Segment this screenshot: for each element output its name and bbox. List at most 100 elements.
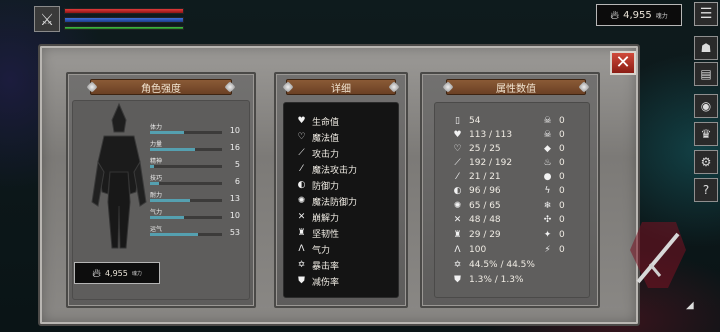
attr-value: 96 / 96 bbox=[469, 186, 501, 196]
water-drop-icon: ● bbox=[543, 172, 552, 182]
fortress-icon: ♜ bbox=[297, 228, 306, 238]
stat-label: 精神 bbox=[150, 158, 163, 165]
stat-row-luck: 运气 53 bbox=[150, 224, 240, 240]
resist-value: 0 bbox=[559, 230, 565, 240]
stat-row-energy: 气力 10 bbox=[150, 207, 240, 223]
mana-bar bbox=[64, 17, 184, 23]
attr-value: 54 bbox=[469, 116, 481, 126]
resist-lightning: ϟ0 bbox=[542, 184, 565, 198]
attr-value: 29 / 29 bbox=[469, 230, 501, 240]
heart-icon: ♥ bbox=[297, 116, 306, 126]
attr-value: 44.5% / 44.5% bbox=[469, 260, 535, 270]
heart-icon: ♥ bbox=[453, 130, 462, 140]
magic-shield-icon: ✺ bbox=[297, 196, 306, 206]
detail-label: 气力 bbox=[312, 245, 331, 256]
detail-item-mp: ♡ 魔法值 bbox=[296, 130, 339, 144]
close-icon[interactable]: ✕ bbox=[610, 51, 636, 75]
list-icon[interactable]: ☰ bbox=[694, 2, 718, 26]
crossed-swords-icon: ✕ bbox=[297, 212, 306, 222]
detail-item-crit: ✡ 暴击率 bbox=[296, 258, 339, 272]
currency-value: 4,955 bbox=[623, 9, 652, 21]
lungs-icon: ᐱ bbox=[454, 245, 461, 255]
flame-icon: 🔥︎ bbox=[92, 265, 101, 280]
stat-label: 技巧 bbox=[150, 175, 163, 182]
fortress-icon: ♜ bbox=[453, 230, 462, 240]
weapon-attack-icon[interactable] bbox=[628, 220, 688, 290]
eye-icon[interactable]: ◉ bbox=[694, 94, 718, 118]
detail-item-magic-attack: ⁄ 魔法攻击力 bbox=[296, 162, 357, 176]
character-strength-title-text: 角色强度 bbox=[141, 83, 181, 95]
crown-icon[interactable]: ♛ bbox=[694, 122, 718, 146]
attr-value: 25 / 25 bbox=[469, 144, 501, 154]
character-silhouette bbox=[91, 102, 147, 249]
gear-icon[interactable]: ⚙ bbox=[694, 150, 718, 174]
resist-bleed: ◆ 0 bbox=[542, 142, 565, 156]
attr-value: 100 bbox=[469, 245, 487, 255]
stat-row-vitality: 体力 10 bbox=[150, 122, 240, 138]
detail-item-stamina: ᐱ 气力 bbox=[296, 242, 330, 256]
detail-item-damage-reduction: ⛊ 减伤率 bbox=[296, 274, 339, 288]
resize-corner-icon[interactable]: ◢ bbox=[686, 300, 694, 311]
attr-value: 113 / 113 bbox=[469, 130, 513, 140]
player-portrait-icon[interactable]: ⚔ bbox=[34, 6, 60, 32]
detail-item-defense: ◐ 防御力 bbox=[296, 178, 339, 192]
lightning-icon: ϟ bbox=[544, 186, 551, 196]
inventory-icon[interactable]: ▤ bbox=[694, 62, 718, 86]
crit-star-icon: ✡ bbox=[297, 260, 306, 270]
bone-icon: ✦ bbox=[543, 230, 552, 240]
attr-toughness: ♜ 29 / 29 bbox=[452, 228, 501, 242]
stat-value: 6 bbox=[234, 177, 240, 186]
detail-label: 坚韧性 bbox=[312, 229, 340, 240]
stat-label: 气力 bbox=[150, 209, 163, 216]
detail-label: 防御力 bbox=[312, 181, 340, 192]
stat-value: 16 bbox=[229, 143, 240, 152]
character-currency-value: 4,955 bbox=[104, 268, 128, 278]
attr-damage-reduction: ⛊ 1.3% / 1.3% bbox=[452, 273, 523, 287]
skull-crossbones-icon: ☠ bbox=[543, 130, 552, 140]
character-tab-icon[interactable]: ☗ bbox=[694, 36, 718, 60]
resist-death: ☠ 0 bbox=[542, 114, 564, 128]
attr-value: 21 / 21 bbox=[469, 172, 501, 182]
stat-row-strength: 力量 16 bbox=[150, 139, 240, 155]
attr-crit: ✡ 44.5% / 44.5% bbox=[452, 258, 535, 272]
stat-label: 力量 bbox=[150, 141, 163, 148]
skull-icon: ☠ bbox=[543, 116, 552, 126]
stat-value: 10 bbox=[229, 126, 240, 135]
attributes-title-text: 属性数值 bbox=[496, 83, 536, 95]
resist-value: 0 bbox=[559, 215, 565, 225]
flame-icon: 🔥︎ bbox=[610, 7, 620, 22]
attr-value: 65 / 65 bbox=[469, 201, 501, 211]
resist-value: 0 bbox=[559, 172, 565, 182]
sword-icon: ⟋ bbox=[454, 158, 461, 168]
detail-item-toughness: ♜ 坚韧性 bbox=[296, 226, 339, 240]
stat-row-skill: 技巧 6 bbox=[150, 173, 240, 189]
detail-label: 攻击力 bbox=[312, 149, 340, 160]
stat-label: 体力 bbox=[150, 124, 163, 131]
frost-icon: ❄ bbox=[543, 201, 552, 211]
stat-value: 53 bbox=[229, 228, 240, 237]
character-soul-currency: 🔥︎ 4,955 魂力 bbox=[74, 262, 160, 284]
detail-label: 魔法防御力 bbox=[312, 197, 358, 208]
attributes-title: 属性数值 bbox=[442, 79, 590, 95]
attr-attack: ⟋ 192 / 192 bbox=[452, 156, 512, 170]
resist-value: 0 bbox=[559, 186, 565, 196]
crossed-swords-icon: ✕ bbox=[453, 215, 462, 225]
stat-value: 5 bbox=[234, 160, 240, 169]
resist-value: 0 bbox=[559, 144, 565, 154]
currency-unit: 魂力 bbox=[655, 12, 668, 20]
sword-icon: ⟋ bbox=[298, 148, 305, 158]
attr-value: 48 / 48 bbox=[469, 215, 501, 225]
wand-icon: ⁄ bbox=[300, 164, 303, 174]
detail-item-hp: ♥ 生命值 bbox=[296, 114, 339, 128]
resist-value: 0 bbox=[559, 158, 565, 168]
detail-item-break: ✕ 崩解力 bbox=[296, 210, 339, 224]
attr-magic-attack: ⁄ 21 / 21 bbox=[452, 170, 501, 184]
attr-stamina: ᐱ 100 bbox=[452, 243, 499, 257]
stat-row-endurance: 耐力 13 bbox=[150, 190, 240, 206]
attr-defense: ◐ 96 / 96 bbox=[452, 184, 501, 198]
character-strength-title: 角色强度 bbox=[86, 79, 236, 95]
detail-item-magic-defense: ✺ 魔法防御力 bbox=[296, 194, 357, 208]
stat-row-spirit: 精神 5 bbox=[150, 156, 240, 172]
help-icon[interactable]: ? bbox=[694, 178, 718, 202]
detail-item-attack: ⟋ 攻击力 bbox=[296, 146, 339, 160]
